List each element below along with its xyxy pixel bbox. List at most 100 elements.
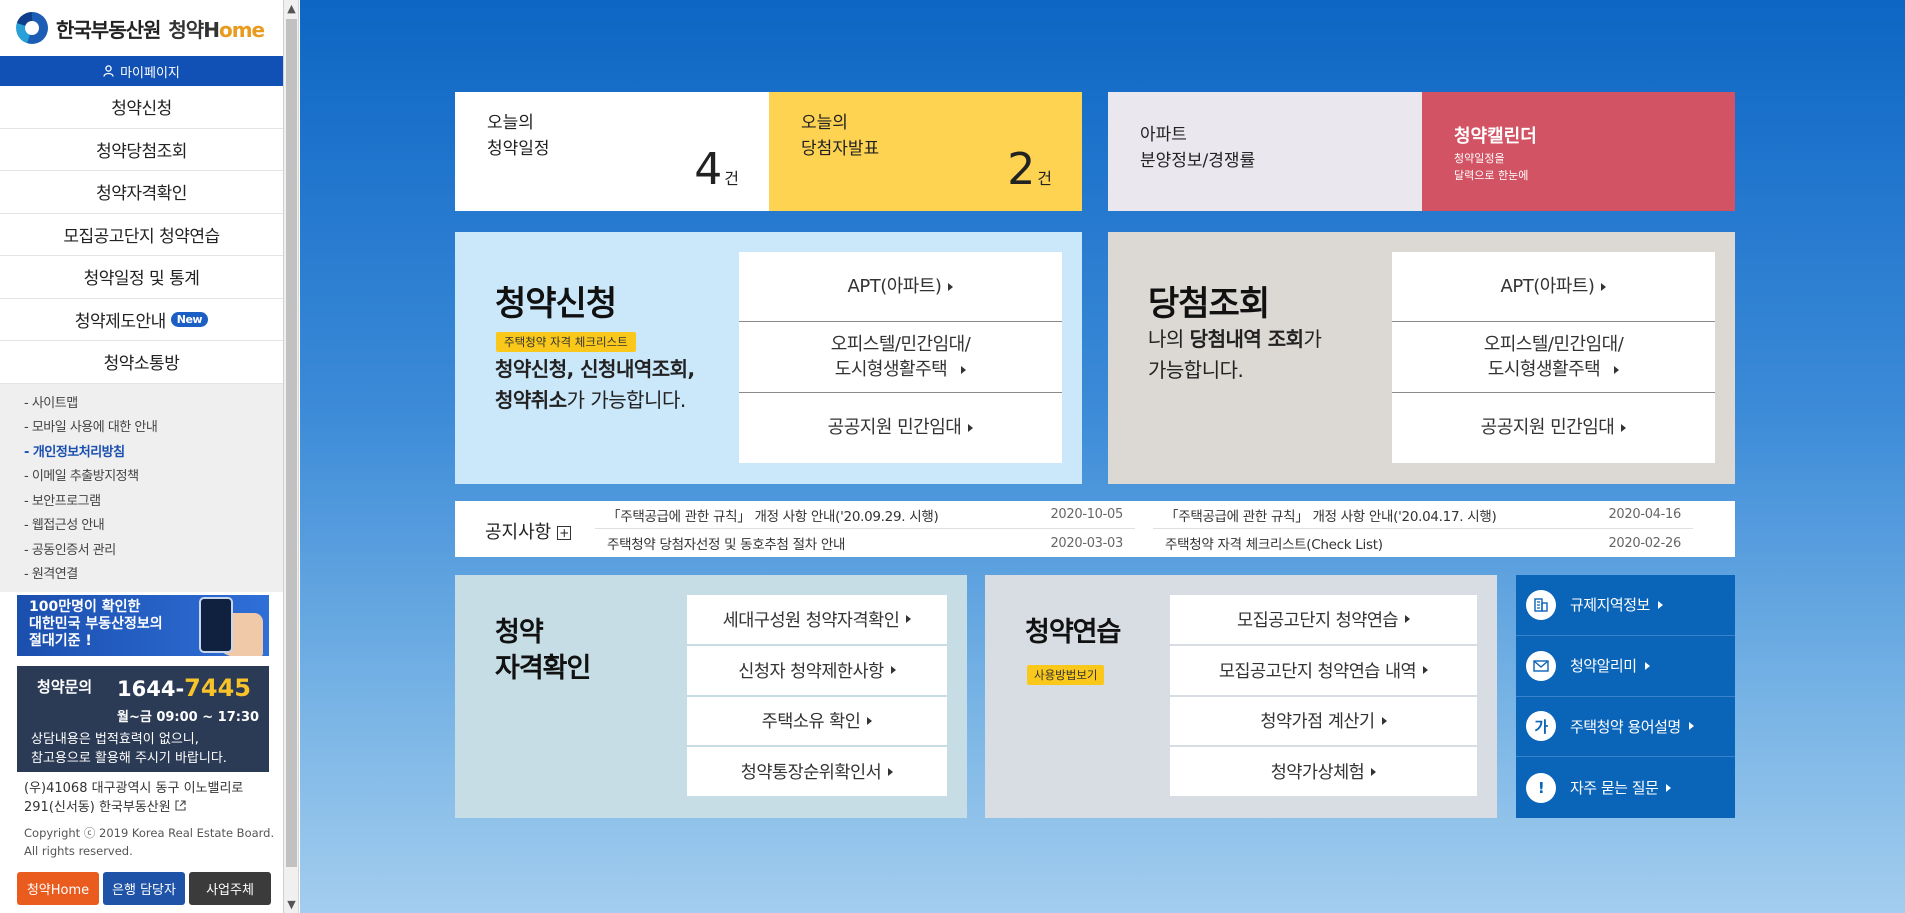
footer-buttons: 청약Home 은행 담당자 사업주체 (17, 872, 271, 905)
nav-label: 청약당첨조회 (96, 141, 187, 162)
notice-item[interactable]: 주택청약 자격 체크리스트(Check List) 2020-02-26 (1153, 529, 1693, 557)
sub-link-certificate[interactable]: - 공동인증서 관리 (24, 539, 283, 564)
nav-item-qualification[interactable]: 청약자격확인 (0, 171, 283, 214)
calendar-tile[interactable]: 청약캘린더 청약일정을 달력으로 한눈에 (1422, 92, 1735, 211)
notice-title[interactable]: 공지사항 + (485, 518, 572, 544)
winner-officetel-link[interactable]: 오피스텔/민간임대/도시형생활주택 (1392, 322, 1715, 393)
household-qualification-link[interactable]: 세대구성원 청약자격확인 (687, 595, 947, 646)
inquiry-label: 청약문의 (37, 678, 93, 696)
apply-section: 청약신청 주택청약 자격 체크리스트 청약신청, 신청내역조회, 청약취소가 가… (455, 232, 1082, 484)
sub-link-sitemap[interactable]: - 사이트맵 (24, 392, 283, 417)
winner-desc-line: 가능합니다. (1148, 358, 1244, 382)
plus-icon[interactable]: + (557, 526, 572, 540)
tile-line: 분양정보/경쟁률 (1140, 151, 1256, 171)
nav-item-apply[interactable]: 청약신청 (0, 86, 283, 129)
copyright: Copyright ⓒ 2019 Korea Real Estate Board… (24, 824, 274, 860)
count-unit: 건 (1037, 169, 1052, 188)
sub-link-remote[interactable]: - 원격연결 (24, 563, 283, 588)
link-label: 세대구성원 청약자격확인 (722, 610, 900, 631)
cheongyak-home-button[interactable]: 청약Home (17, 872, 99, 905)
sidebar-scrollbar[interactable]: ▲ ▼ (284, 0, 299, 913)
reb-logo-icon (16, 12, 48, 44)
regulated-area-link[interactable]: 규제지역정보 (1516, 575, 1735, 636)
scroll-thumb[interactable] (286, 19, 297, 867)
mypage-button[interactable]: 마이페이지 (0, 56, 283, 86)
tile-label: 아파트 분양정보/경쟁률 (1140, 122, 1255, 174)
link-label: 청약가상체험 (1270, 763, 1365, 784)
notice-column-left: 「주택공급에 관한 규칙」 개정 사항 안내('20.09.29. 시행) 202… (595, 501, 1135, 557)
faq-link[interactable]: ! 자주 묻는 질문 (1516, 757, 1735, 818)
nav-item-community[interactable]: 청약소통방 (0, 341, 283, 384)
quick-links: 규제지역정보 청약알리미 가 주택청약 용어설명 ! 자주 묻는 질문 (1516, 575, 1735, 818)
notice-item[interactable]: 「주택공급에 관한 규칙」 개정 사항 안내('20.09.29. 시행) 202… (595, 501, 1135, 529)
nav-item-system-guide[interactable]: 청약제도안내 New (0, 299, 283, 341)
arrow-right-icon (1601, 282, 1607, 291)
winner-public-link[interactable]: 공공지원 민간임대 (1392, 393, 1715, 463)
today-schedule-tile[interactable]: 오늘의 청약일정 4건 (455, 92, 769, 211)
scroll-down-icon[interactable]: ▼ (284, 896, 299, 913)
nav-item-practice[interactable]: 모집공고단지 청약연습 (0, 214, 283, 256)
service-name-main: 청약H (168, 17, 220, 42)
external-link-icon[interactable] (175, 800, 186, 811)
applicant-restriction-link[interactable]: 신청자 청약제한사항 (687, 645, 947, 697)
sub-link-accessibility[interactable]: - 웹접근성 안내 (24, 514, 283, 539)
sub-link-mobile-guide[interactable]: - 모바일 사용에 대한 안내 (24, 416, 283, 441)
apply-officetel-link[interactable]: 오피스텔/민간임대/도시형생활주택 (739, 322, 1062, 393)
sub-link-email-policy[interactable]: - 이메일 추출방지정책 (24, 465, 283, 490)
arrow-right-icon (1621, 423, 1627, 432)
scroll-up-icon[interactable]: ▲ (284, 0, 299, 17)
practice-history-link[interactable]: 모집공고단지 청약연습 내역 (1170, 645, 1477, 697)
quick-label: 주택청약 용어설명 (1570, 717, 1681, 736)
arrow-right-icon (1405, 615, 1411, 624)
nav-item-schedule-stats[interactable]: 청약일정 및 통계 (0, 256, 283, 299)
sub-link-privacy-policy[interactable]: - 개인정보처리방침 (24, 441, 283, 466)
calendar-desc-line: 달력으로 한눈에 (1454, 169, 1529, 182)
arrow-right-icon (906, 615, 912, 624)
usage-guide-button[interactable]: 사용방법보기 (1027, 665, 1105, 685)
house-ownership-link[interactable]: 주택소유 확인 (687, 696, 947, 748)
account-rank-link[interactable]: 청약통장순위확인서 (687, 747, 947, 798)
copyright-line: Copyright ⓒ 2019 Korea Real Estate Board… (24, 826, 275, 840)
inquiry-note-line: 참고용으로 활용해 주시기 바랍니다. (31, 751, 227, 766)
winner-desc: 나의 당첨내역 조회가 가능합니다. (1148, 324, 1322, 386)
building-icon (1526, 589, 1556, 620)
bank-staff-button[interactable]: 은행 담당자 (103, 872, 185, 905)
inquiry-note-line: 상담내용은 법적효력이 없으니, (31, 732, 199, 747)
qualification-section: 청약 자격확인 세대구성원 청약자격확인 신청자 청약제한사항 주택소유 확인 청… (455, 575, 967, 818)
apply-public-link[interactable]: 공공지원 민간임대 (739, 393, 1062, 463)
arrow-right-icon (1666, 783, 1672, 792)
inquiry-hours: 월~금 09:00 ~ 17:30 (117, 710, 260, 725)
arrow-right-icon (968, 423, 974, 432)
count-unit: 건 (724, 169, 739, 188)
arrow-right-icon (1371, 767, 1377, 776)
winner-section: 당첨조회 나의 당첨내역 조회가 가능합니다. APT(아파트) 오피스텔/민간… (1108, 232, 1735, 484)
nav-item-winner-check[interactable]: 청약당첨조회 (0, 129, 283, 171)
glossary-link[interactable]: 가 주택청약 용어설명 (1516, 697, 1735, 758)
notice-item[interactable]: 주택청약 당첨자선정 및 동호추첨 절차 안내 2020-03-03 (595, 529, 1135, 557)
practice-link[interactable]: 모집공고단지 청약연습 (1170, 595, 1477, 646)
notice-text: 주택청약 당첨자선정 및 동호추첨 절차 안내 (607, 537, 846, 553)
phone-suffix: 7445 (184, 674, 251, 702)
logo-text: 한국부동산원 청약Home (56, 14, 265, 43)
link-label: 청약가점 계산기 (1260, 712, 1375, 733)
service-name-suffix: ome (218, 17, 265, 42)
winner-apt-link[interactable]: APT(아파트) (1392, 252, 1715, 323)
today-winner-tile[interactable]: 오늘의 당첨자발표 2건 (769, 92, 1082, 211)
tile-label: 오늘의 당첨자발표 (801, 110, 879, 162)
virtual-experience-link[interactable]: 청약가상체험 (1170, 747, 1477, 798)
notice-item[interactable]: 「주택공급에 관한 규칙」 개정 사항 안내('20.04.17. 시행) 202… (1153, 501, 1693, 529)
logo[interactable]: 한국부동산원 청약Home (0, 0, 283, 56)
promo-banner[interactable]: 100만명이 확인한 대한민국 부동산정보의 절대기준 ! (17, 595, 269, 656)
apply-apt-link[interactable]: APT(아파트) (739, 252, 1062, 323)
alert-link[interactable]: 청약알리미 (1516, 636, 1735, 697)
mail-icon (1526, 650, 1556, 681)
score-calculator-link[interactable]: 청약가점 계산기 (1170, 696, 1477, 748)
checklist-tag-button[interactable]: 주택청약 자격 체크리스트 (496, 332, 636, 352)
calendar-desc: 청약일정을달력으로 한눈에 (1454, 150, 1528, 184)
business-entity-button[interactable]: 사업주체 (189, 872, 271, 905)
apt-info-tile[interactable]: 아파트 분양정보/경쟁률 (1108, 92, 1422, 211)
link-label: 청약통장순위확인서 (740, 763, 882, 784)
nav-label: 청약자격확인 (96, 184, 187, 205)
sub-link-security-program[interactable]: - 보안프로그램 (24, 490, 283, 515)
calendar-desc-line: 청약일정을 (1454, 152, 1505, 165)
